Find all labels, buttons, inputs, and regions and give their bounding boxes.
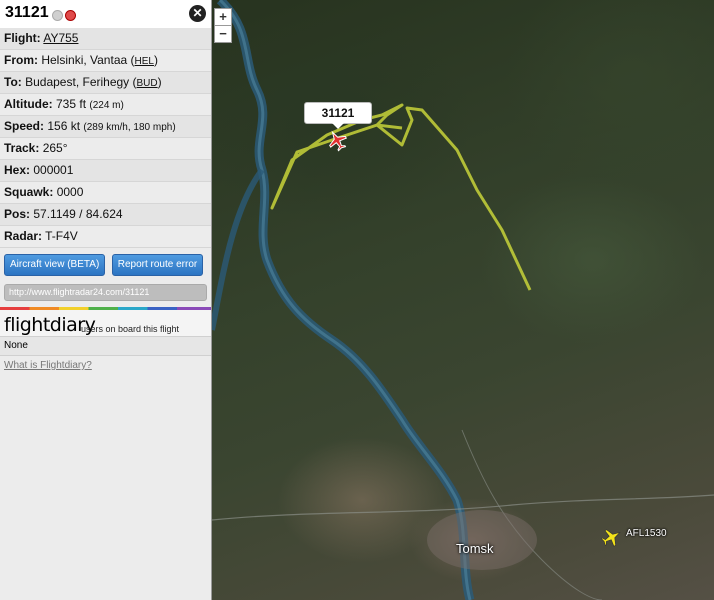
row-value: Budapest, Ferihegy ( (25, 75, 137, 89)
close-icon[interactable]: ✕ (189, 5, 206, 22)
flightdiary-header: flightdiary users on board this flight (0, 310, 211, 336)
flightdiary-users: None (0, 336, 211, 356)
panel-header: 31121 ✕ (0, 0, 211, 28)
share-url-field[interactable]: http://www.flightradar24.com/31121 (4, 284, 207, 301)
zoom-in-button[interactable]: + (214, 8, 232, 26)
flight-track (270, 103, 532, 291)
flight-info-panel: 31121 ✕ Flight: AY755 From: Helsinki, Va… (0, 0, 212, 600)
row-label: Pos: (4, 207, 31, 221)
row-value: 265° (42, 141, 68, 155)
row-label: Track: (4, 141, 40, 155)
row-value: 735 ft (56, 97, 87, 111)
from-airport-link[interactable]: HEL (135, 56, 154, 67)
to-airport-link[interactable]: BUD (137, 78, 158, 89)
row-label: Speed: (4, 119, 45, 133)
row-value: 156 kt (47, 119, 81, 133)
other-flight-label[interactable]: AFL1530 (626, 528, 667, 539)
info-row-from: From: Helsinki, Vantaa (HEL) (0, 50, 211, 72)
report-route-error-button[interactable]: Report route error (111, 254, 204, 276)
zoom-out-button[interactable]: − (214, 25, 232, 43)
aircraft-view-button[interactable]: Aircraft view (BETA) (4, 254, 106, 276)
row-value: Helsinki, Vantaa ( (41, 53, 135, 67)
row-label: Flight: (4, 31, 41, 45)
info-toggle-icon[interactable] (52, 10, 63, 21)
info-rows: Flight: AY755 From: Helsinki, Vantaa (HE… (0, 28, 211, 248)
status-dot-icon[interactable] (65, 10, 76, 21)
info-row-radar: Radar: T-F4V (0, 226, 211, 248)
row-value: 000001 (33, 163, 74, 177)
row-small: (289 km/h, 180 mph) (83, 122, 176, 133)
info-row-hex: Hex: 000001 (0, 160, 211, 182)
row-value: 0000 (56, 185, 84, 199)
info-row-flight: Flight: AY755 (0, 28, 211, 50)
row-value: T-F4V (45, 229, 78, 243)
info-row-to: To: Budapest, Ferihegy (BUD) (0, 72, 211, 94)
row-label: Hex: (4, 163, 31, 177)
row-label: Squawk: (4, 185, 54, 199)
row-extra: ) (157, 75, 162, 89)
action-buttons: Aircraft view (BETA) Report route error (0, 248, 211, 278)
selected-flight-callout[interactable]: 31121 (304, 102, 372, 129)
city-label: Tomsk (456, 541, 494, 556)
row-label: Altitude: (4, 97, 53, 111)
city-area (427, 510, 537, 570)
map-layer (212, 0, 714, 600)
info-row-pos: Pos: 57.1149 / 84.624 (0, 204, 211, 226)
row-label: To: (4, 75, 22, 89)
river-branch (212, 168, 265, 331)
row-extra: ) (153, 53, 158, 67)
flight-number-link[interactable]: AY755 (43, 31, 78, 45)
row-label: From: (4, 53, 38, 67)
other-airplane-icon (600, 529, 621, 547)
info-row-track: Track: 265° (0, 138, 211, 160)
satellite-map[interactable]: + − 31121 Tomsk AFL1530 (212, 0, 714, 600)
row-label: Radar: (4, 229, 43, 243)
info-row-altitude: Altitude: 735 ft (224 m) (0, 94, 211, 116)
info-row-squawk: Squawk: 0000 (0, 182, 211, 204)
panel-title: 31121 (5, 4, 49, 21)
row-value: 57.1149 / 84.624 (33, 207, 123, 221)
flightdiary-subtitle: users on board this flight (81, 324, 180, 334)
info-row-speed: Speed: 156 kt (289 km/h, 180 mph) (0, 116, 211, 138)
what-is-flightdiary-link[interactable]: What is Flightdiary? (0, 356, 211, 376)
row-small: (224 m) (89, 100, 124, 111)
